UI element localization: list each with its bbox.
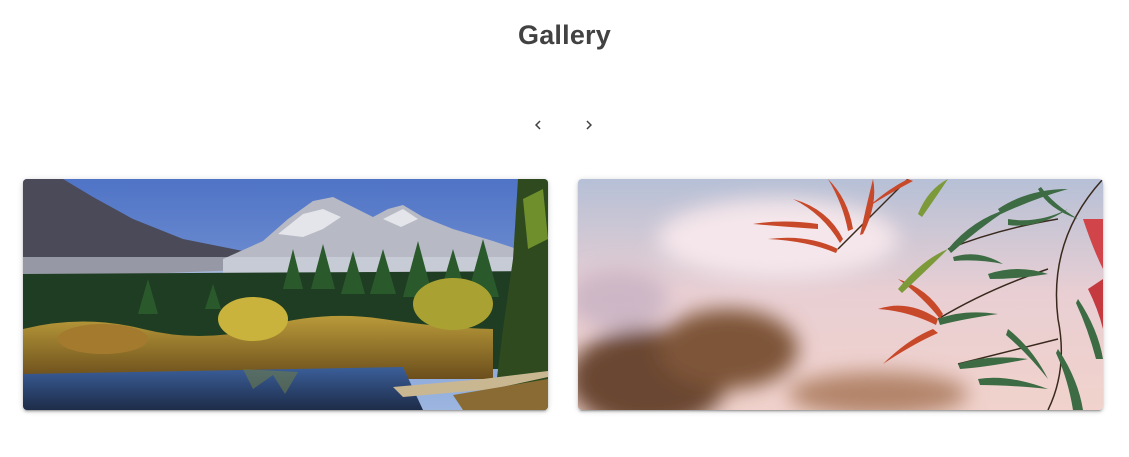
gallery-page: Gallery xyxy=(0,0,1129,457)
leaves-image xyxy=(578,179,1103,410)
chevron-right-icon xyxy=(586,120,592,130)
next-button[interactable] xyxy=(574,110,604,140)
chevron-left-icon xyxy=(535,120,541,130)
gallery-card-landscape[interactable] xyxy=(23,179,548,410)
previous-button[interactable] xyxy=(523,110,553,140)
landscape-image xyxy=(23,179,548,410)
page-title: Gallery xyxy=(518,20,611,50)
gallery-card-leaves[interactable] xyxy=(578,179,1103,410)
